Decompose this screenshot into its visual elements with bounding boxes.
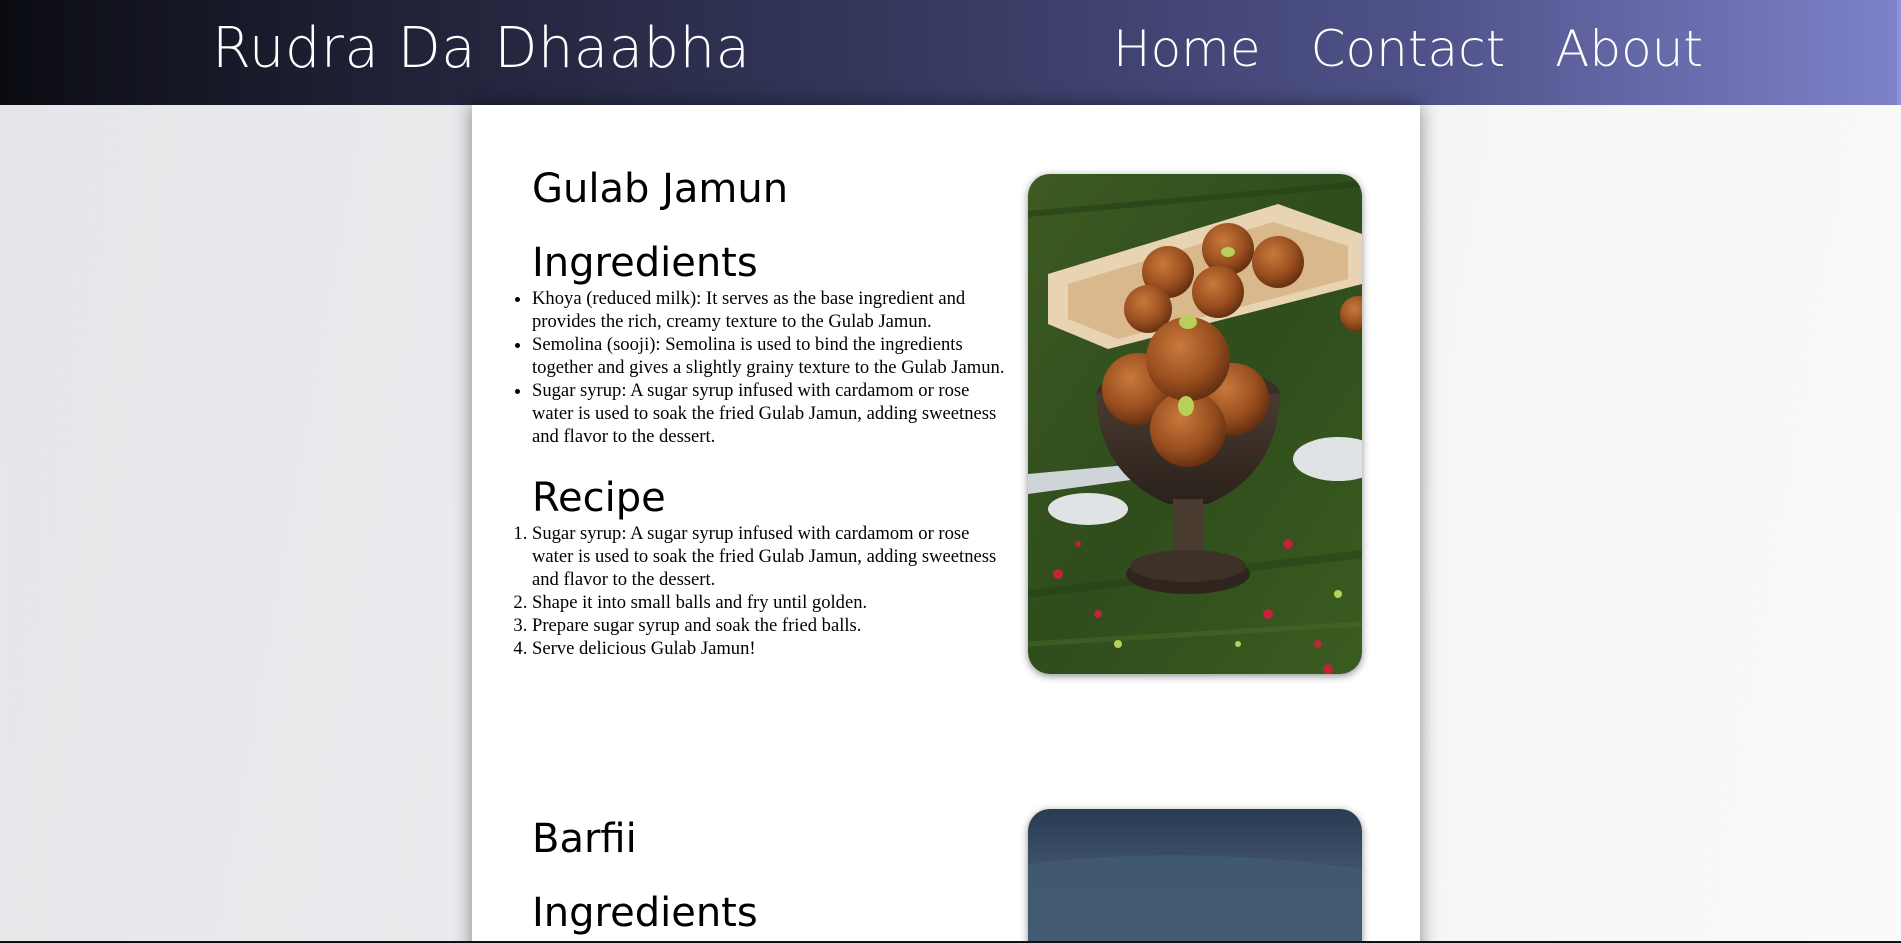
nav-links: Home Contact About <box>1113 20 1703 78</box>
ingredient-item: Khoya (reduced milk): It serves as the b… <box>532 287 1007 333</box>
dish-title: Barfii <box>532 816 637 862</box>
ingredients-list: Khoya (reduced milk): It serves as the b… <box>532 287 1007 448</box>
brand-title[interactable]: Rudra Da Dhaabha <box>212 16 750 81</box>
barfii-image <box>1028 809 1362 943</box>
nav-link-home[interactable]: Home <box>1113 20 1261 78</box>
ingredients-heading: Ingredients <box>532 240 758 286</box>
dish-text: Gulab Jamun Ingredients Khoya (reduced m… <box>532 165 1007 660</box>
recipe-heading: Recipe <box>532 475 666 521</box>
content-card: Gulab Jamun Ingredients Khoya (reduced m… <box>472 105 1420 943</box>
ingredient-item: Sugar syrup: A sugar syrup infused with … <box>532 379 1007 448</box>
nav-link-contact[interactable]: Contact <box>1311 20 1506 78</box>
dish-text: Barfii Ingredients <box>532 815 1007 937</box>
nav-link-about[interactable]: About <box>1555 20 1703 78</box>
recipe-step: Shape it into small balls and fry until … <box>532 591 1007 614</box>
dish-title: Gulab Jamun <box>532 166 789 212</box>
navbar: Rudra Da Dhaabha Home Contact About <box>0 0 1901 105</box>
recipe-step: Serve delicious Gulab Jamun! <box>532 637 1007 660</box>
gulab-jamun-image <box>1028 174 1362 674</box>
ingredients-heading: Ingredients <box>532 890 758 936</box>
recipe-list: Sugar syrup: A sugar syrup infused with … <box>532 522 1007 660</box>
recipe-step: Prepare sugar syrup and soak the fried b… <box>532 614 1007 637</box>
recipe-step: Sugar syrup: A sugar syrup infused with … <box>532 522 1007 591</box>
ingredient-item: Semolina (sooji): Semolina is used to bi… <box>532 333 1007 379</box>
scrollbar[interactable] <box>1897 0 1901 105</box>
